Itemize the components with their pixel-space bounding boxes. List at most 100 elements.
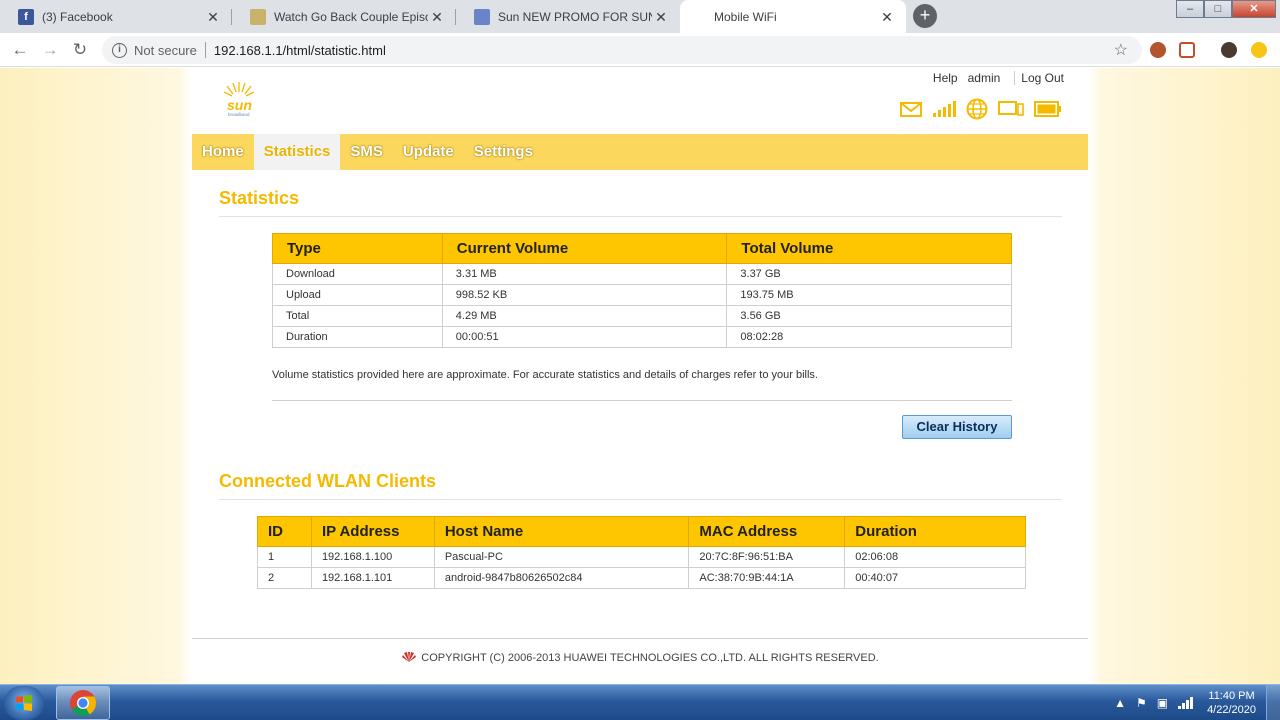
new-tab-button[interactable]: + [913,4,937,28]
browser-toolbar: ← → ↻ i Not secure 192.168.1.1/html/stat… [0,33,1280,67]
column-header: ID [257,516,312,547]
tab-close-icon[interactable]: ✕ [204,8,222,26]
tab-facebook[interactable]: f (3) Facebook ✕ [0,0,232,33]
table-cell: android-9847b80626502c84 [433,567,690,589]
envelope-icon[interactable] [900,101,922,117]
table-row: Download 3.31 MB 3.37 GB [272,263,1012,285]
reload-icon[interactable]: ↻ [69,39,91,61]
table-row: Upload 998.52 KB 193.75 MB [272,284,1012,306]
address-bar[interactable]: i Not secure 192.168.1.1/html/statistic.… [102,36,1142,64]
divider [204,42,206,58]
table-cell: 193.75 MB [726,284,1012,306]
copyright-text: COPYRIGHT (C) 2006-2013 HUAWEI TECHNOLOG… [421,652,879,664]
back-arrow-icon[interactable]: ← [9,39,31,61]
table-cell: 998.52 KB [441,284,728,306]
column-header: Duration [844,516,1026,547]
maximize-button[interactable]: □ [1204,0,1232,18]
table-cell: 192.168.1.101 [310,567,435,589]
clock-date: 4/22/2020 [1207,704,1256,716]
tab-close-icon[interactable]: ✕ [652,8,670,26]
profile-avatar[interactable] [1221,42,1237,58]
show-desktop-button[interactable] [1266,685,1280,720]
wlan-clients-title: Connected WLAN Clients [219,471,437,491]
info-icon[interactable]: i [112,42,127,58]
logo-text: sun [227,97,252,113]
statistics-table: Type Current Volume Total Volume Downloa… [272,233,1012,348]
divider [272,400,1012,401]
menu-update[interactable]: Update [393,134,464,170]
column-header: IP Address [310,516,435,547]
taskbar-chrome-button[interactable] [56,686,110,720]
table-cell: Total [272,305,443,327]
forward-arrow-icon[interactable]: → [39,39,61,61]
tab-close-icon[interactable]: ✕ [428,8,446,26]
show-hidden-icons-icon[interactable]: ▲ [1114,696,1126,710]
extension-coin-icon[interactable] [1251,42,1267,58]
tab-mobile-wifi[interactable]: Mobile WiFi ✕ [680,0,906,33]
table-cell: 4.29 MB [441,305,728,327]
start-button[interactable] [4,686,44,720]
network-signal-icon[interactable] [1178,697,1194,709]
windows-logo-icon [16,695,32,711]
table-cell: Duration [272,326,443,348]
wlan-clients-table: ID IP Address Host Name MAC Address Dura… [257,516,1026,589]
router-panel: Help admin Log Out sun broadband Home St… [192,68,1088,684]
extension-media-icon[interactable] [1179,42,1195,58]
close-window-button[interactable]: ✕ [1232,0,1276,18]
bookmark-star-icon[interactable]: ☆ [1114,40,1128,60]
logout-link[interactable]: Log Out [1014,71,1064,85]
browser-tab-strip: f (3) Facebook ✕ Watch Go Back Couple Ep… [0,0,1280,33]
table-header-row: ID IP Address Host Name MAC Address Dura… [257,516,1026,547]
help-link[interactable]: Help [933,71,958,85]
taskbar: ▲ ⚑ ▣ 11:40 PM 4/22/2020 [0,684,1280,720]
tab-title: Mobile WiFi [714,9,777,24]
page-background: Help admin Log Out sun broadband Home St… [0,68,1280,684]
table-cell: 2 [257,567,312,589]
table-cell: 08:02:28 [726,326,1012,348]
status-icons [890,98,1062,120]
table-cell: Upload [272,284,443,306]
clear-history-button[interactable]: Clear History [902,415,1012,439]
table-cell: AC:38:70:9B:44:1A [688,567,846,589]
volume-note: Volume statistics provided here are appr… [272,369,818,381]
huawei-logo-icon [402,652,417,662]
main-menu: Home Statistics SMS Update Settings [192,134,1088,170]
signal-strength-icon [933,101,956,117]
battery-icon [1034,101,1061,117]
table-header-row: Type Current Volume Total Volume [272,233,1012,264]
sun-promo-icon [474,8,490,25]
table-cell: 20:7C:8F:96:51:BA [688,546,846,568]
globe-icon [966,98,988,120]
tab-sun-promo[interactable]: Sun NEW PROMO FOR SUN UNLI ✕ [456,0,680,33]
facebook-icon: f [18,8,34,25]
table-cell: 192.168.1.100 [310,546,435,568]
table-row: 1 192.168.1.100 Pascual-PC 20:7C:8F:96:5… [257,546,1026,568]
not-secure-label: Not secure [134,42,197,58]
menu-sms[interactable]: SMS [340,134,393,170]
divider [219,499,1062,500]
table-cell: 02:06:08 [844,546,1026,568]
table-row: Duration 00:00:51 08:02:28 [272,326,1012,348]
footer: COPYRIGHT (C) 2006-2013 HUAWEI TECHNOLOG… [192,651,1088,664]
tab-video[interactable]: Watch Go Back Couple Episode 3 ✕ [232,0,456,33]
top-links: Help admin Log Out [923,71,1064,85]
video-site-icon [250,8,266,25]
menu-settings[interactable]: Settings [464,134,543,170]
tab-close-icon[interactable]: ✕ [878,8,896,26]
network-adapter-icon[interactable]: ▣ [1157,696,1168,710]
column-header: MAC Address [688,516,846,547]
menu-statistics[interactable]: Statistics [253,134,341,170]
table-cell: 3.37 GB [726,263,1012,285]
menu-home[interactable]: Home [192,134,254,170]
system-tray: ▲ ⚑ ▣ 11:40 PM 4/22/2020 [1109,685,1280,720]
column-header: Host Name [433,516,690,547]
clock[interactable]: 11:40 PM 4/22/2020 [1207,689,1256,717]
action-center-flag-icon[interactable]: ⚑ [1136,696,1147,710]
clock-time: 11:40 PM [1208,690,1255,702]
table-cell: 3.56 GB [726,305,1012,327]
minimize-button[interactable]: – [1176,0,1204,18]
tab-title: Sun NEW PROMO FOR SUN UNLI [498,9,652,24]
extension-yab-icon[interactable] [1150,42,1166,58]
url-text[interactable]: 192.168.1.1/html/statistic.html [214,43,386,58]
chrome-icon [70,690,97,717]
